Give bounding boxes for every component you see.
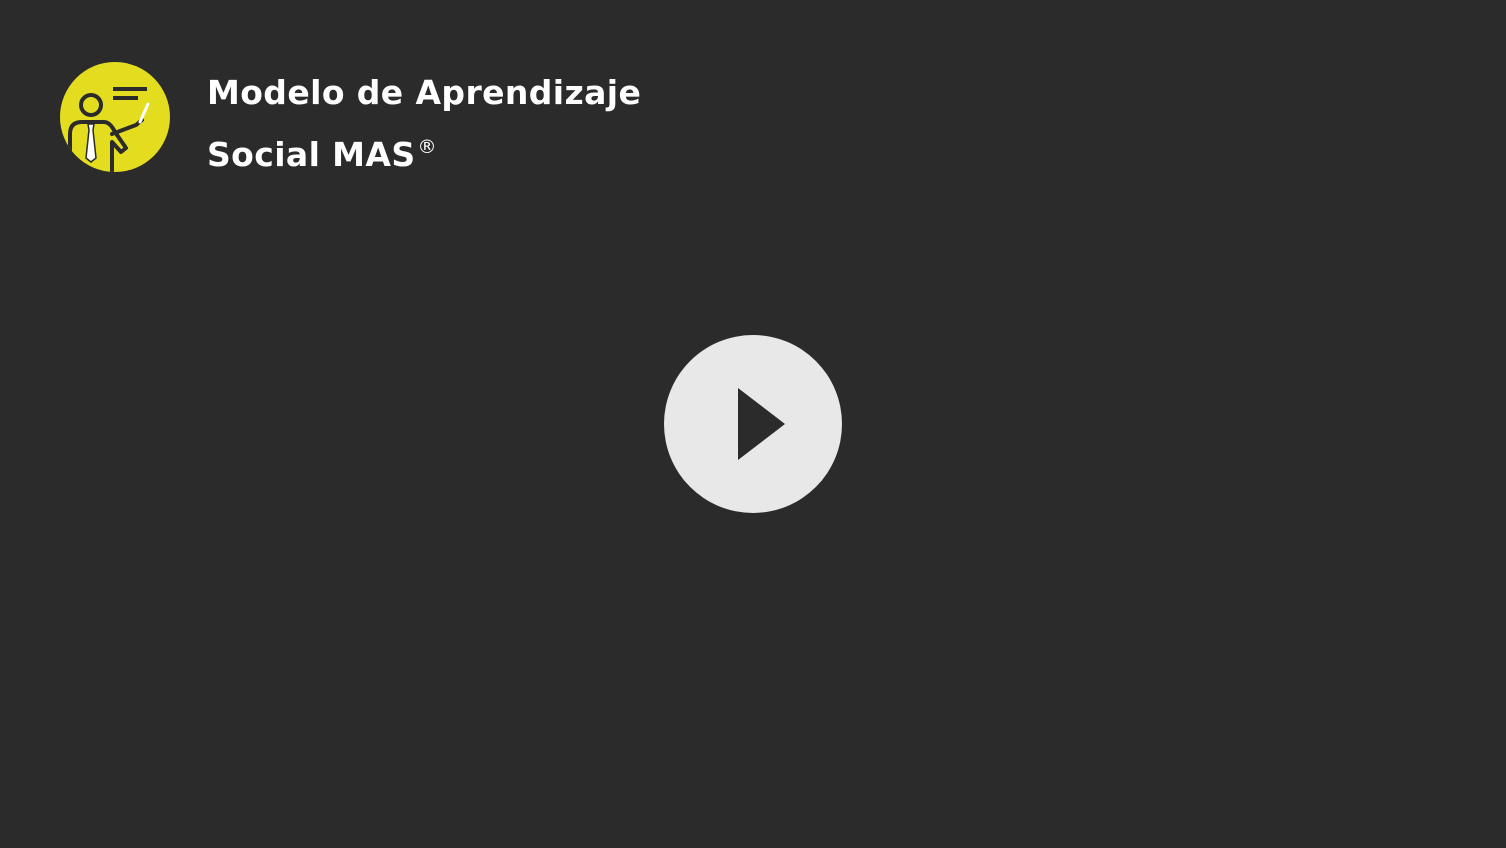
title-line-1: Modelo de Aprendizaje [207, 73, 642, 112]
title-line-2-text: Social MAS [207, 135, 416, 174]
teacher-presenting-icon [68, 87, 150, 172]
video-title[interactable]: Modelo de Aprendizaje Social MAS ® [207, 66, 827, 182]
title-line-2: Social MAS ® [207, 120, 827, 182]
play-icon [738, 388, 785, 460]
channel-logo[interactable] [60, 62, 170, 172]
video-player[interactable]: Modelo de Aprendizaje Social MAS ® [0, 0, 1506, 848]
play-button[interactable] [664, 335, 842, 513]
registered-mark: ® [417, 136, 437, 158]
